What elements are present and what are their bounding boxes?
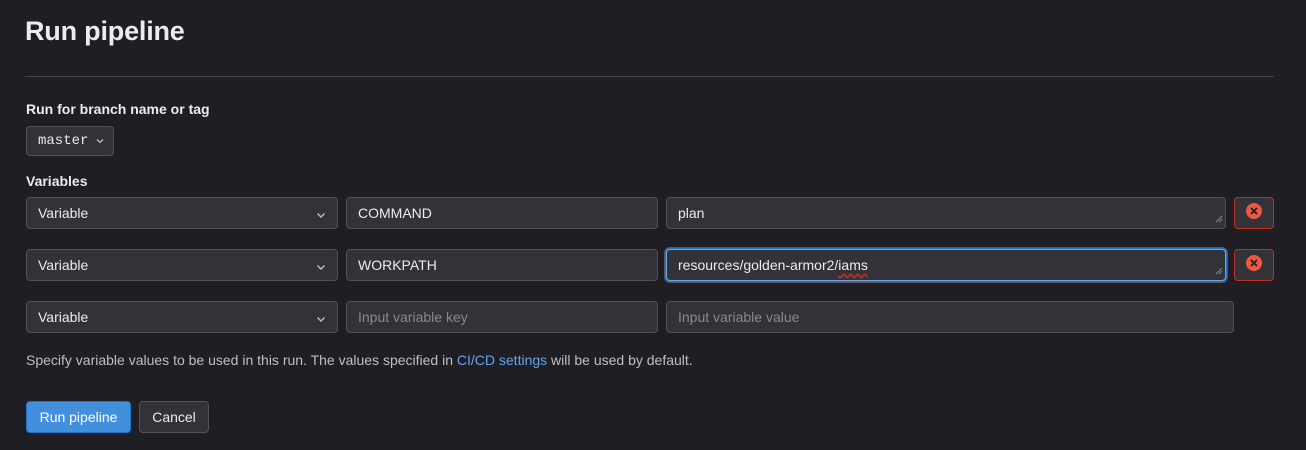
ci-cd-settings-link[interactable]: CI/CD settings bbox=[457, 352, 547, 368]
branch-selected-value: master bbox=[38, 133, 89, 149]
run-pipeline-button[interactable]: Run pipeline bbox=[26, 401, 131, 433]
variable-type-select[interactable]: Variable bbox=[26, 249, 338, 281]
remove-variable-button[interactable] bbox=[1234, 249, 1274, 281]
variable-key-input[interactable] bbox=[346, 197, 658, 229]
variable-type-select[interactable]: Variable bbox=[26, 301, 338, 333]
title-divider bbox=[25, 76, 1274, 77]
variable-value-input[interactable]: resources/golden-armor2/iams bbox=[666, 249, 1226, 281]
variable-type-value: Variable bbox=[38, 309, 89, 325]
variable-key-input[interactable] bbox=[346, 249, 658, 281]
resize-grip-icon[interactable] bbox=[1215, 210, 1223, 226]
variable-value-text: plan bbox=[678, 205, 705, 221]
cancel-button[interactable]: Cancel bbox=[139, 401, 209, 433]
chevron-down-icon bbox=[315, 208, 327, 224]
clear-icon bbox=[1245, 254, 1263, 277]
variable-type-value: Variable bbox=[38, 257, 89, 273]
chevron-down-icon bbox=[95, 136, 105, 146]
chevron-down-icon bbox=[315, 260, 327, 276]
variable-type-value: Variable bbox=[38, 205, 89, 221]
page-title: Run pipeline bbox=[25, 16, 185, 46]
variable-value-input[interactable]: plan bbox=[666, 197, 1226, 229]
variable-value-input[interactable] bbox=[666, 301, 1234, 333]
variable-type-select[interactable]: Variable bbox=[26, 197, 338, 229]
variables-help-text: Specify variable values to be used in th… bbox=[26, 352, 693, 368]
spellcheck-flagged-word: iams bbox=[838, 257, 868, 273]
branch-dropdown[interactable]: master bbox=[26, 126, 114, 156]
remove-variable-button[interactable] bbox=[1234, 197, 1274, 229]
resize-grip-icon[interactable] bbox=[1215, 262, 1223, 278]
run-pipeline-page: Run pipeline Run for branch name or tag … bbox=[0, 0, 1306, 450]
branch-label: Run for branch name or tag bbox=[26, 101, 210, 117]
variable-key-input[interactable] bbox=[346, 301, 658, 333]
variable-value-text: resources/golden-armor2/iams bbox=[678, 257, 868, 273]
clear-icon bbox=[1245, 202, 1263, 225]
chevron-down-icon bbox=[315, 312, 327, 328]
variables-label: Variables bbox=[26, 173, 88, 189]
